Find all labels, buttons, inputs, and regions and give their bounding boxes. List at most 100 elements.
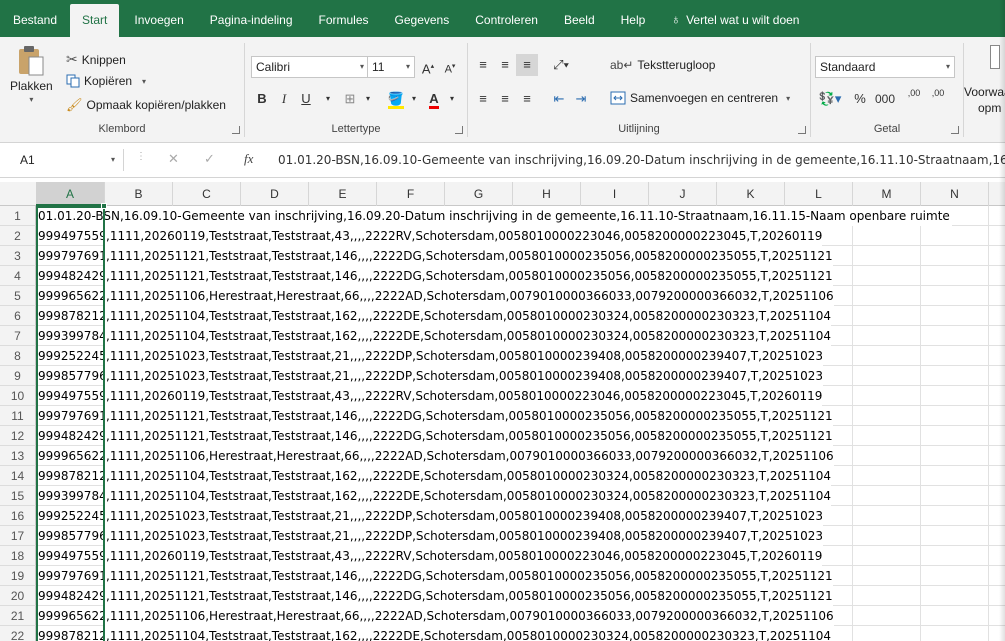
decrease-indent-button[interactable]: ⇤ — [548, 88, 570, 110]
cell-overflow-text[interactable]: ,1111,20251121,Teststraat,Teststraat,146… — [105, 426, 833, 446]
cell-a[interactable]: 01.01.20-BSN,16.09.10-Gemeente van insch… — [38, 206, 952, 226]
paste-button[interactable]: Plakken ▾ — [10, 45, 53, 104]
font-color-dropdown[interactable]: ▾ — [441, 88, 463, 110]
font-family-select[interactable]: Calibri ▾ — [251, 56, 369, 78]
merge-center-button[interactable]: Samenvoegen en centreren ▾ — [610, 91, 790, 105]
cell-overflow-text[interactable]: ,1111,20260119,Teststraat,Teststraat,43,… — [105, 546, 823, 566]
tab-invoegen[interactable]: Invoegen — [121, 4, 196, 37]
underline-dropdown[interactable]: ▾ — [317, 88, 339, 110]
align-middle-button[interactable]: ≡ — [494, 54, 516, 76]
column-header-n[interactable]: N — [921, 182, 989, 206]
cell-a[interactable]: 999878212 — [38, 626, 103, 641]
cell-a[interactable]: 999252245 — [38, 346, 103, 366]
cell-a[interactable]: 999252245 — [38, 506, 103, 526]
formula-input[interactable]: 01.01.20-BSN,16.09.10-Gemeente van insch… — [278, 149, 1005, 171]
tab-gegevens[interactable]: Gegevens — [382, 4, 463, 37]
row-header[interactable]: 21 — [0, 606, 36, 626]
orientation-button[interactable]: ⤢▾ — [546, 54, 576, 76]
row-header[interactable]: 16 — [0, 506, 36, 526]
decrease-decimal-button[interactable]: ,00 — [927, 88, 949, 110]
fill-handle[interactable] — [101, 203, 107, 209]
increase-decimal-button[interactable]: ,00 — [903, 88, 925, 110]
cell-a[interactable]: 999878212 — [38, 306, 103, 326]
cell-overflow-text[interactable]: ,1111,20260119,Teststraat,Teststraat,43,… — [105, 386, 823, 406]
cell-overflow-text[interactable]: ,1111,20251106,Herestraat,Herestraat,66,… — [105, 286, 834, 306]
tab-controleren[interactable]: Controleren — [462, 4, 551, 37]
cell-a[interactable]: 999797691 — [38, 246, 103, 266]
increase-indent-button[interactable]: ⇥ — [570, 88, 592, 110]
fill-color-dropdown[interactable]: ▾ — [403, 88, 425, 110]
percent-button[interactable]: % — [849, 88, 871, 110]
cell-a[interactable]: 999399784 — [38, 326, 103, 346]
thousands-button[interactable]: 000 — [871, 88, 899, 110]
align-right-button[interactable]: ≡ — [516, 88, 538, 110]
cell-a[interactable]: 999878212 — [38, 466, 103, 486]
font-launcher-icon[interactable] — [455, 126, 463, 134]
format-painter-button[interactable]: 🖌 Opmaak kopiëren/plakken — [66, 97, 226, 113]
shrink-font-button[interactable]: A▾ — [439, 56, 461, 78]
align-top-button[interactable]: ≡ — [472, 54, 494, 76]
tab-start[interactable]: Start — [70, 4, 120, 37]
tab-beeld[interactable]: Beeld — [551, 4, 608, 37]
column-header-g[interactable]: G — [445, 182, 513, 206]
cell-overflow-text[interactable]: ,1111,20251104,Teststraat,Teststraat,162… — [105, 326, 831, 346]
column-header-f[interactable]: F — [377, 182, 445, 206]
row-header[interactable]: 14 — [0, 466, 36, 486]
cell-overflow-text[interactable]: ,1111,20251121,Teststraat,Teststraat,146… — [105, 406, 833, 426]
row-header[interactable]: 7 — [0, 326, 36, 346]
cell-overflow-text[interactable]: ,1111,20251121,Teststraat,Teststraat,146… — [105, 586, 833, 606]
row-header[interactable]: 8 — [0, 346, 36, 366]
wrap-text-button[interactable]: ab↵ Tekstterugloop — [610, 58, 715, 72]
column-header-a[interactable]: A — [36, 182, 105, 206]
row-header[interactable]: 19 — [0, 566, 36, 586]
copy-dropdown-icon[interactable]: ▾ — [142, 77, 146, 86]
cell-a[interactable]: 999482429 — [38, 266, 103, 286]
row-header[interactable]: 12 — [0, 426, 36, 446]
cell-a[interactable]: 999797691 — [38, 406, 103, 426]
cell-a[interactable]: 999857796 — [38, 526, 103, 546]
row-header[interactable]: 20 — [0, 586, 36, 606]
column-header-c[interactable]: C — [173, 182, 241, 206]
column-header-k[interactable]: K — [717, 182, 785, 206]
cut-button[interactable]: ✂ Knippen — [66, 51, 126, 68]
align-left-button[interactable]: ≡ — [472, 88, 494, 110]
name-box[interactable]: A1 ▾ — [12, 149, 124, 171]
cell-a[interactable]: 999857796 — [38, 366, 103, 386]
cell-overflow-text[interactable]: ,1111,20251023,Teststraat,Teststraat,21,… — [105, 526, 823, 546]
number-format-select[interactable]: Standaard ▾ — [815, 56, 955, 78]
cell-a[interactable]: 999482429 — [38, 586, 103, 606]
cell-overflow-text[interactable]: ,1111,20251023,Teststraat,Teststraat,21,… — [105, 366, 823, 386]
cell-area[interactable]: 01.01.20-BSN,16.09.10-Gemeente van insch… — [36, 206, 1005, 641]
cell-overflow-text[interactable]: ,1111,20251104,Teststraat,Teststraat,162… — [105, 306, 831, 326]
cell-overflow-text[interactable]: ,1111,20251121,Teststraat,Teststraat,146… — [105, 266, 833, 286]
chevron-down-icon[interactable]: ▾ — [786, 94, 790, 103]
paste-dropdown-icon[interactable]: ▾ — [29, 95, 33, 104]
number-launcher-icon[interactable] — [951, 126, 959, 134]
cell-overflow-text[interactable]: ,1111,20251104,Teststraat,Teststraat,162… — [105, 626, 831, 641]
row-header[interactable]: 3 — [0, 246, 36, 266]
column-header-i[interactable]: I — [581, 182, 649, 206]
tab-formules[interactable]: Formules — [306, 4, 382, 37]
cell-a[interactable]: 999965622 — [38, 606, 103, 626]
copy-button[interactable]: Kopiëren ▾ — [66, 74, 146, 88]
cell-overflow-text[interactable]: ,1111,20251104,Teststraat,Teststraat,162… — [105, 486, 831, 506]
clipboard-launcher-icon[interactable] — [232, 126, 240, 134]
row-header[interactable]: 4 — [0, 266, 36, 286]
row-header[interactable]: 11 — [0, 406, 36, 426]
cell-overflow-text[interactable]: ,1111,20251023,Teststraat,Teststraat,21,… — [105, 346, 823, 366]
column-header-m[interactable]: M — [853, 182, 921, 206]
accounting-format-button[interactable]: 💱▾ — [815, 88, 845, 110]
cell-overflow-text[interactable]: ,1111,20260119,Teststraat,Teststraat,43,… — [105, 226, 823, 246]
conditional-format-label-2[interactable]: opm — [978, 101, 1001, 115]
font-size-select[interactable]: 11 ▾ — [367, 56, 415, 78]
cell-a[interactable]: 999797691 — [38, 566, 103, 586]
cell-a[interactable]: 999399784 — [38, 486, 103, 506]
bold-button[interactable]: B — [251, 88, 273, 110]
align-center-button[interactable]: ≡ — [494, 88, 516, 110]
column-header-l[interactable]: L — [785, 182, 853, 206]
row-header[interactable]: 5 — [0, 286, 36, 306]
column-header-h[interactable]: H — [513, 182, 581, 206]
italic-button[interactable]: I — [273, 88, 295, 110]
row-header[interactable]: 22 — [0, 626, 36, 641]
row-header[interactable]: 6 — [0, 306, 36, 326]
